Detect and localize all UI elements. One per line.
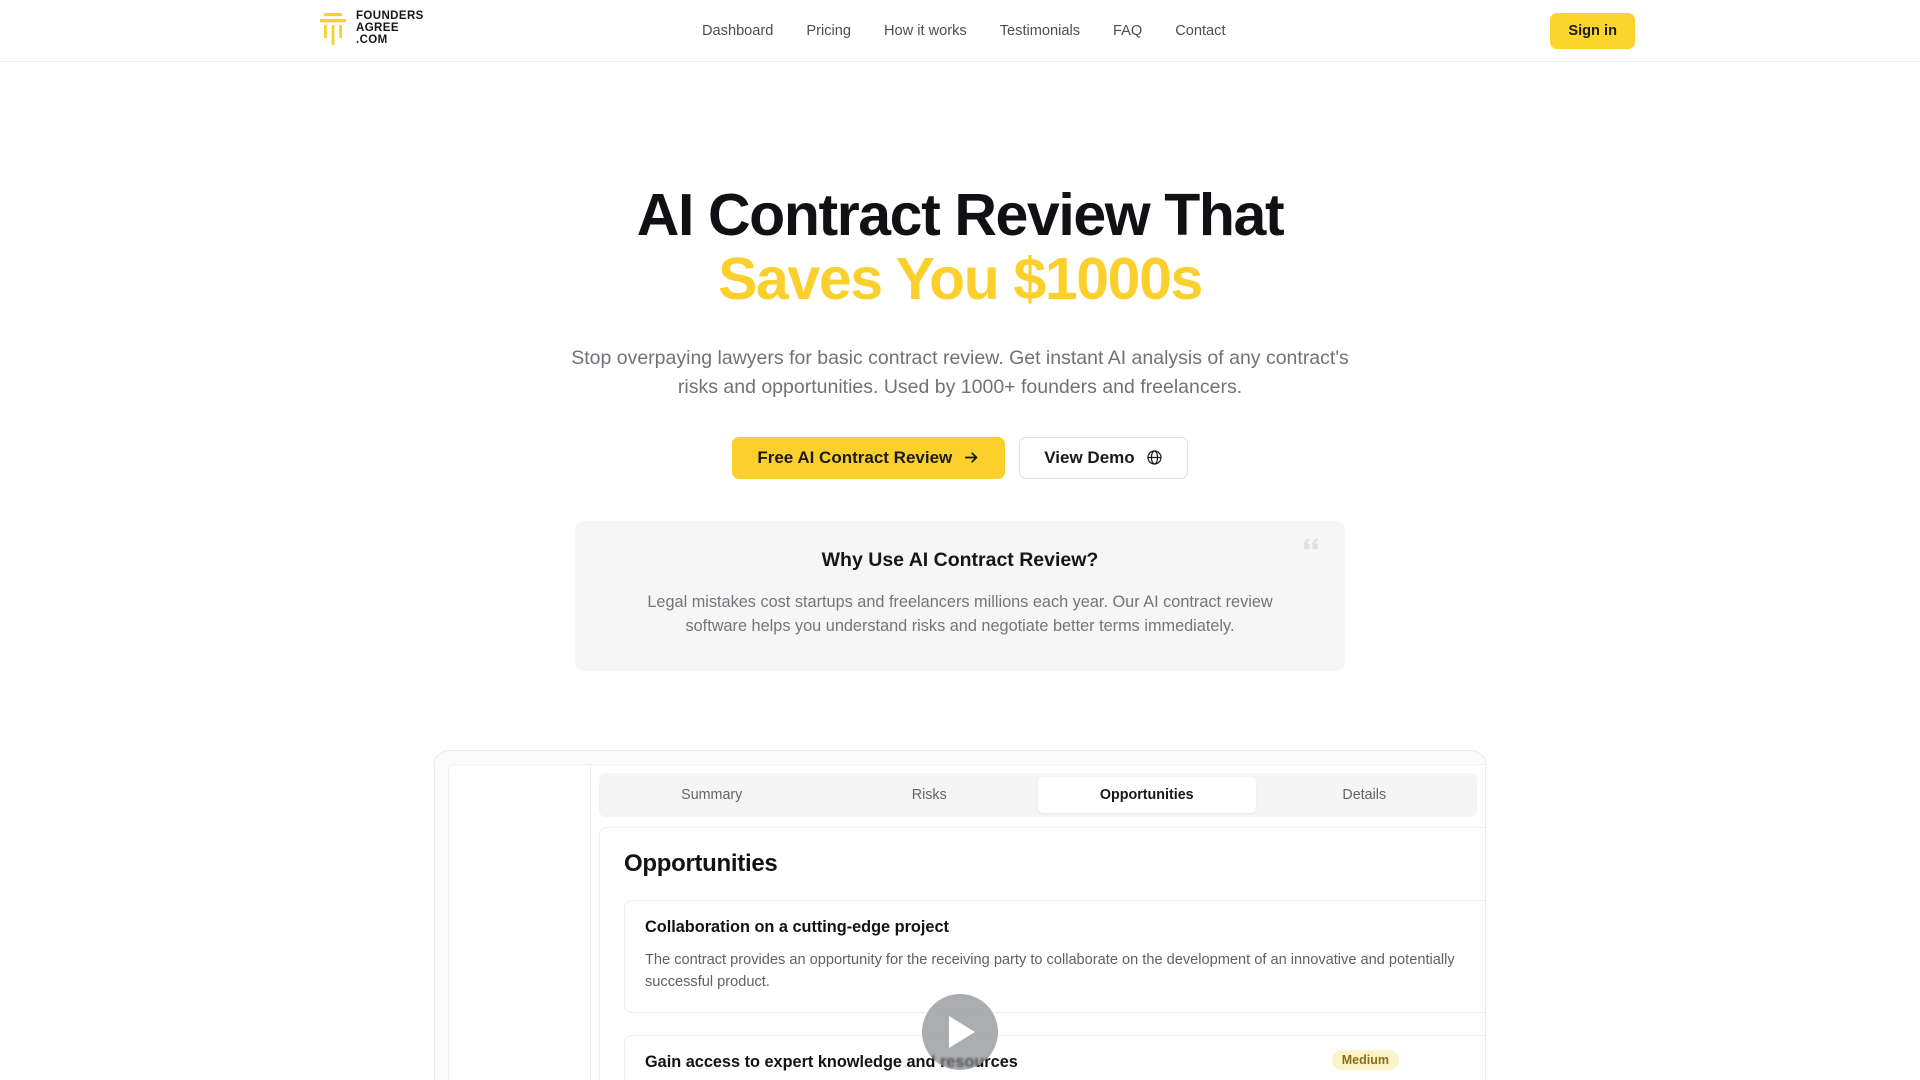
free-ai-contract-review-button[interactable]: Free AI Contract Review (732, 436, 1006, 479)
opportunity-item[interactable]: Medium Gain access to expert knowledge a… (624, 1035, 1485, 1080)
tab-details[interactable]: Details (1256, 777, 1474, 813)
cta-secondary-label: View Demo (1044, 447, 1135, 467)
opportunity-title: Collaboration on a cutting-edge project (645, 917, 949, 936)
play-button[interactable] (922, 993, 998, 1070)
brand-line-3: .COM (356, 33, 388, 46)
sign-in-button[interactable]: Sign in (1550, 13, 1635, 49)
app-content: Summary Risks Opportunities Details Oppo… (591, 764, 1485, 1080)
tab-opportunities[interactable]: Opportunities (1038, 776, 1256, 813)
why-card-title: Why Use AI Contract Review? (821, 548, 1099, 571)
why-card-body: Legal mistakes cost startups and freelan… (647, 592, 1273, 636)
view-demo-button[interactable]: View Demo (1019, 436, 1188, 479)
opportunity-description: The contract provides an opportunity for… (645, 951, 1455, 991)
arrow-right-icon (965, 452, 978, 464)
hero-title-line-2: Saves You $1000s (718, 245, 1203, 312)
hero-title-line-1: AI Contract Review That (636, 182, 1285, 248)
hero-cta-group: Free AI Contract Review View Demo (0, 436, 1920, 479)
app-sidebar (449, 764, 591, 1080)
brand-wordmark: FOUNDERS AGREE .COM (356, 10, 424, 47)
main-nav: Dashboard Pricing How it works Testimoni… (702, 0, 1226, 62)
opportunity-item[interactable]: Collaboration on a cutting-edge project … (624, 899, 1485, 1014)
cta-primary-label: Free AI Contract Review (757, 447, 953, 467)
panel-title: Opportunities (624, 849, 778, 877)
pillar-logo-icon (320, 13, 346, 45)
tab-summary[interactable]: Summary (603, 777, 821, 813)
nav-item-faq[interactable]: FAQ (1113, 23, 1142, 39)
status-badge: Medium (1331, 1050, 1399, 1071)
tab-risks[interactable]: Risks (821, 777, 1039, 813)
site-header: FOUNDERS AGREE .COM Dashboard Pricing Ho… (0, 0, 1920, 62)
page-title: AI Contract Review That Saves You $1000s (0, 182, 1920, 312)
opportunities-panel: Opportunities Collaboration on a cutting… (599, 826, 1485, 1080)
globe-icon (1147, 450, 1162, 466)
why-use-ai-card: Why Use AI Contract Review? Legal mistak… (575, 520, 1345, 671)
page-main: AI Contract Review That Saves You $1000s… (0, 62, 1920, 1080)
hero-section: AI Contract Review That Saves You $1000s… (0, 62, 1920, 479)
hero-subtitle: Stop overpaying lawyers for basic contra… (571, 347, 1349, 398)
nav-item-how-it-works[interactable]: How it works (884, 23, 967, 39)
nav-item-contact[interactable]: Contact (1175, 23, 1225, 39)
play-icon (949, 1015, 975, 1048)
brand-logo[interactable]: FOUNDERS AGREE .COM (318, 9, 424, 49)
nav-item-testimonials[interactable]: Testimonials (1000, 23, 1080, 39)
quote-icon (1304, 538, 1318, 550)
nav-item-dashboard[interactable]: Dashboard (702, 23, 773, 39)
analysis-tabs: Summary Risks Opportunities Details (599, 772, 1477, 817)
nav-item-pricing[interactable]: Pricing (806, 23, 851, 39)
demo-video-mockup[interactable]: Summary Risks Opportunities Details Oppo… (434, 749, 1486, 1080)
